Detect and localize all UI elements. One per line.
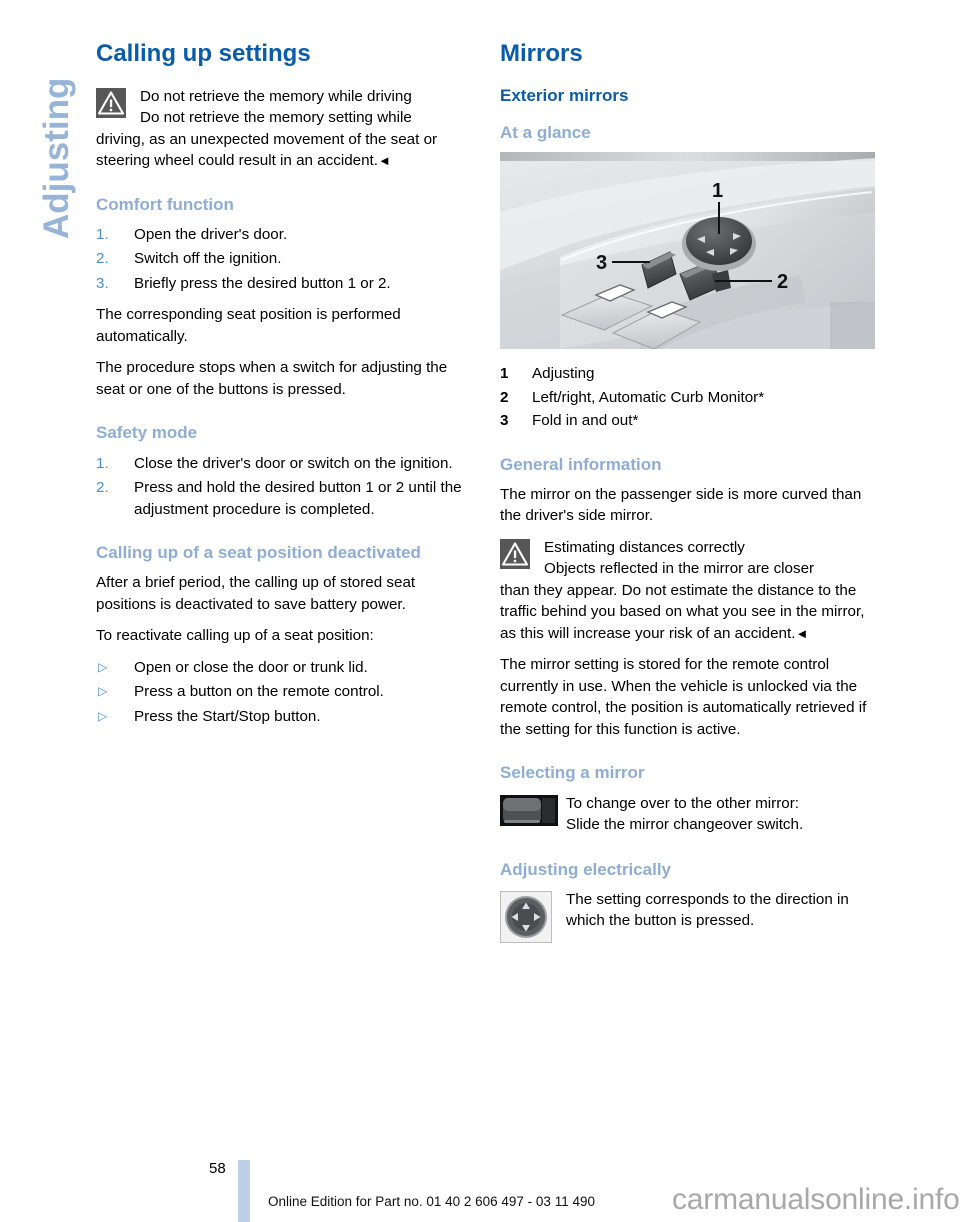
selecting-a-mirror-line-2: Slide the mirror changeover switch. xyxy=(566,816,804,834)
four-way-adjuster-button-icon xyxy=(500,890,552,948)
chapter-tab-label: Adjusting xyxy=(37,77,76,239)
section-heading-calling-up-deactivated: Calling up of a seat position deactivate… xyxy=(96,543,421,563)
triangle-bullet-icon: ▷ xyxy=(98,684,108,699)
page-number: 58 xyxy=(209,1160,226,1177)
footer-edition-note: Online Edition for Part no. 01 40 2 606 … xyxy=(268,1194,595,1209)
warning-body-rest: driving, as an unexpected movement of th… xyxy=(96,129,474,172)
comfort-function-paragraph-2: The procedure stops when a switch for ad… xyxy=(96,359,448,398)
warning-block-estimating-distances: Estimating distances correctly Objects r… xyxy=(500,537,878,645)
warning-body-first-line: Do not retrieve the memory setting while xyxy=(140,109,412,127)
list-item: 1 Adjusting xyxy=(500,363,878,385)
list-item: ▷ Press the Start/Stop button. xyxy=(96,706,474,728)
bullet-text: Press the Start/Stop button. xyxy=(134,707,321,725)
chapter-tab: Adjusting xyxy=(0,0,96,260)
list-item: 2 Left/right, Automatic Curb Monitor* xyxy=(500,387,878,409)
list-item: ▷ Open or close the door or trunk lid. xyxy=(96,657,474,679)
legend-number: 3 xyxy=(500,412,509,430)
warning-end-marker: ◄ xyxy=(795,625,809,641)
reactivate-bullet-list: ▷ Open or close the door or trunk lid. ▷ P… xyxy=(96,657,474,728)
section-heading-at-a-glance: At a glance xyxy=(500,122,591,142)
right-column: Mirrors Exterior mirrors At a glance 1 2… xyxy=(500,40,878,943)
legend-text: Fold in and out* xyxy=(532,412,639,430)
list-item: 1. Close the driver's door or switch on t… xyxy=(96,453,474,475)
svg-text:3: 3 xyxy=(596,252,607,274)
selecting-a-mirror-line-1: To change over to the other mirror: xyxy=(566,794,799,812)
svg-text:2: 2 xyxy=(777,271,788,293)
safety-mode-steps: 1. Close the driver's door or switch on t… xyxy=(96,453,474,521)
list-item: 3. Briefly press the desired button 1 or … xyxy=(96,273,474,295)
bullet-text: Open or close the door or trunk lid. xyxy=(134,658,368,676)
list-item: ▷ Press a button on the remote control. xyxy=(96,681,474,703)
general-information-intro: The mirror on the passenger side is more… xyxy=(500,485,862,525)
step-text: Press and hold the desired button 1 or 2… xyxy=(134,479,462,518)
selecting-a-mirror-text: To change over to the other mirror: Slid… xyxy=(566,793,878,836)
step-number: 2. xyxy=(96,479,109,497)
section-heading-safety-mode: Safety mode xyxy=(96,423,198,443)
step-text: Switch off the ignition. xyxy=(134,250,282,268)
warning-block-memory: Do not retrieve the memory while driving… xyxy=(96,86,474,172)
list-item: 2. Press and hold the desired button 1 or… xyxy=(96,477,474,520)
watermark: carmanualsonline.info xyxy=(672,1183,960,1216)
mirror-changeover-switch-icon xyxy=(500,794,558,831)
door-panel-mirror-controls-photo: 1 2 3 xyxy=(500,152,875,350)
selecting-a-mirror-row: To change over to the other mirror: Slid… xyxy=(500,793,878,837)
section-heading-comfort-function: Comfort function xyxy=(96,194,234,214)
step-number: 1. xyxy=(96,454,109,472)
step-number: 2. xyxy=(96,250,109,268)
svg-text:1: 1 xyxy=(712,180,723,202)
adjusting-electrically-row: The setting corresponds to the direction… xyxy=(500,889,878,943)
step-number: 3. xyxy=(96,274,109,292)
bullet-text: Press a button on the remote control. xyxy=(134,683,384,701)
warning-headline: Do not retrieve the memory while driving xyxy=(140,87,412,105)
figure-legend: 1 Adjusting 2 Left/right, Automatic Curb M… xyxy=(500,363,878,432)
section-heading-general-information: General information xyxy=(500,454,662,474)
warning-body-rest: than they appear. Do not estimate the di… xyxy=(500,580,878,645)
left-column: Calling up settings Do not retrieve the … xyxy=(96,40,474,737)
warning-headline: Estimating distances correctly xyxy=(544,538,745,556)
section-heading-selecting-a-mirror: Selecting a mirror xyxy=(500,763,645,783)
page-number-bar xyxy=(238,1160,250,1222)
legend-number: 2 xyxy=(500,388,509,406)
right-page-title: Mirrors xyxy=(500,40,583,67)
warning-body-first-line: Objects reflected in the mirror are clos… xyxy=(544,560,815,578)
list-item: 3 Fold in and out* xyxy=(500,410,878,432)
section-heading-adjusting-electrically: Adjusting electrically xyxy=(500,859,671,879)
comfort-function-steps: 1. Open the driver's door. 2. Switch off t… xyxy=(96,224,474,295)
warning-triangle-icon xyxy=(96,87,126,118)
section-heading-exterior-mirrors: Exterior mirrors xyxy=(500,85,629,105)
general-information-closing: The mirror setting is stored for the rem… xyxy=(500,656,867,738)
warning-triangle-icon xyxy=(500,538,530,569)
deactivated-paragraph-1: After a brief period, the calling up of … xyxy=(96,574,416,613)
triangle-bullet-icon: ▷ xyxy=(98,659,108,674)
step-text: Close the driver's door or switch on the… xyxy=(134,454,453,472)
triangle-bullet-icon: ▷ xyxy=(98,708,108,723)
warning-end-marker: ◄ xyxy=(377,153,391,169)
left-page-title: Calling up settings xyxy=(96,40,311,67)
manual-page: Adjusting Calling up settings Do not ret… xyxy=(0,0,960,1222)
legend-text: Left/right, Automatic Curb Monitor* xyxy=(532,388,765,406)
list-item: 1. Open the driver's door. xyxy=(96,224,474,246)
legend-text: Adjusting xyxy=(532,365,595,383)
list-item: 2. Switch off the ignition. xyxy=(96,248,474,270)
comfort-function-paragraph-1: The corresponding seat position is perfo… xyxy=(96,306,401,345)
adjusting-electrically-text: The setting corresponds to the direction… xyxy=(566,890,849,930)
legend-number: 1 xyxy=(500,365,509,383)
warning-body-text: than they appear. Do not estimate the di… xyxy=(500,581,865,642)
step-number: 1. xyxy=(96,225,109,243)
step-text: Open the driver's door. xyxy=(134,225,288,243)
step-text: Briefly press the desired button 1 or 2. xyxy=(134,274,391,292)
deactivated-paragraph-2: To reactivate calling up of a seat posit… xyxy=(96,627,374,645)
